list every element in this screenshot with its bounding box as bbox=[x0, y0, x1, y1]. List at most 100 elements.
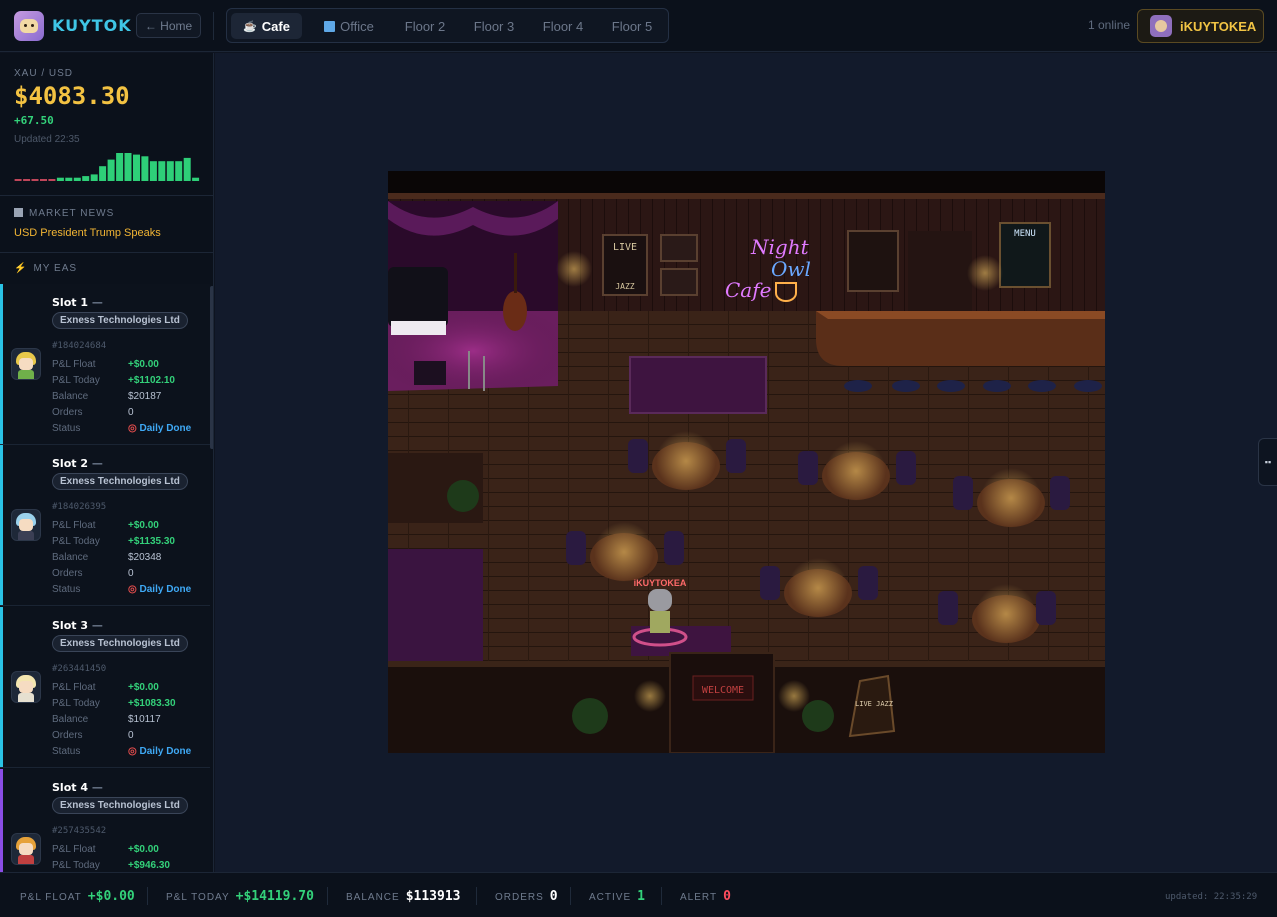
sparkline-bar bbox=[40, 179, 47, 181]
sparkline-bar bbox=[192, 177, 200, 181]
brand-logo[interactable] bbox=[14, 11, 44, 41]
orders-value: 0 bbox=[128, 568, 134, 579]
footer-orders: ORDERS 0 bbox=[495, 889, 558, 904]
broker-badge: Exness Technologies Ltd bbox=[52, 797, 188, 814]
target-icon: ◎ bbox=[128, 584, 137, 595]
pl-today-label: P&L Today bbox=[52, 698, 100, 709]
footer-divider bbox=[570, 887, 571, 905]
slot-accent bbox=[0, 284, 3, 444]
chat-toggle-button[interactable]: ▪▪ bbox=[1258, 438, 1277, 486]
news-headline[interactable]: USD President Trump Speaks bbox=[14, 227, 161, 239]
cafe-scene[interactable]: LIVE JAZZ Night Owl Cafe MENU iKUYTOKEA … bbox=[388, 171, 1105, 753]
balance-label: Balance bbox=[52, 552, 89, 563]
tab-office[interactable]: Office bbox=[314, 13, 384, 39]
account-number: #184026395 bbox=[52, 502, 107, 512]
broker-badge: Exness Technologies Ltd bbox=[52, 635, 188, 652]
footer-active: ACTIVE 1 bbox=[589, 889, 645, 904]
market-news-title: MARKET NEWS bbox=[14, 208, 114, 219]
ea-slot-3[interactable]: Slot 3 — Exness Technologies Ltd #263441… bbox=[0, 607, 210, 768]
sparkline-bar bbox=[175, 161, 183, 181]
footer-pl-today: P&L TODAY +$14119.70 bbox=[166, 889, 314, 904]
tab-floor-4[interactable]: Floor 4 bbox=[533, 13, 593, 39]
pl-float-label: P&L Float bbox=[52, 520, 96, 531]
sparkline-bar bbox=[65, 177, 73, 181]
avatar bbox=[11, 671, 41, 703]
my-eas-title: ⚡ MY EAS bbox=[14, 263, 78, 274]
tab-floor-3[interactable]: Floor 3 bbox=[464, 13, 524, 39]
sidebar-scrollbar[interactable] bbox=[210, 286, 213, 449]
neon-night: Night bbox=[750, 235, 810, 259]
sparkline-bar bbox=[158, 161, 166, 181]
status-label: Status bbox=[52, 584, 81, 595]
pl-today-value: +$1083.30 bbox=[128, 698, 176, 709]
tab-floor-2[interactable]: Floor 2 bbox=[395, 13, 455, 39]
ticker-symbol: XAU / USD bbox=[14, 68, 74, 79]
footer-pl-float: P&L FLOAT +$0.00 bbox=[20, 889, 135, 904]
sparkline-bar bbox=[90, 174, 98, 181]
user-profile-button[interactable]: iKUYTOKEA bbox=[1137, 9, 1264, 43]
sparkline-bar bbox=[56, 177, 64, 181]
status-badge: ◎ Daily Done bbox=[128, 584, 192, 595]
orders-label: Orders bbox=[52, 407, 83, 418]
floor-tabs: ☕ Cafe Office Floor 2 Floor 3 Floor 4 Flo… bbox=[226, 8, 669, 43]
broker-badge: Exness Technologies Ltd bbox=[52, 312, 188, 329]
account-number: #184024684 bbox=[52, 341, 107, 351]
jazz-sign: JAZZ bbox=[615, 282, 634, 291]
player-avatar[interactable] bbox=[648, 589, 672, 611]
brand-name[interactable]: KUYTOK bbox=[52, 16, 132, 35]
section-divider bbox=[0, 195, 213, 196]
pl-today-label: P&L Today bbox=[52, 536, 100, 547]
target-icon: ◎ bbox=[128, 423, 137, 434]
sparkline-bar bbox=[133, 154, 140, 181]
sparkline-bar bbox=[141, 156, 149, 181]
account-number: #263441450 bbox=[52, 664, 107, 674]
sparkline-bar bbox=[31, 179, 39, 181]
orders-value: 0 bbox=[128, 407, 134, 418]
neon-cafe: Cafe bbox=[725, 278, 771, 302]
menu-board: MENU bbox=[1014, 229, 1036, 239]
balance-value: $20187 bbox=[128, 391, 162, 402]
chat-icon: ▪▪ bbox=[1264, 457, 1272, 467]
ea-slot-4[interactable]: Slot 4 — Exness Technologies Ltd #257435… bbox=[0, 769, 210, 872]
pl-today-value: +$1135.30 bbox=[128, 536, 175, 547]
sparkline-bar bbox=[116, 153, 124, 181]
username: iKUYTOKEA bbox=[1180, 18, 1257, 34]
account-number: #257435542 bbox=[52, 826, 107, 836]
building-icon bbox=[324, 20, 336, 32]
slot-name: Slot 2 — bbox=[52, 457, 103, 470]
ticker-updated: Updated 22:35 bbox=[14, 134, 80, 145]
live-sign: LIVE bbox=[613, 242, 637, 253]
cafe-map[interactable]: LIVE JAZZ Night Owl Cafe MENU iKUYTOKEA … bbox=[388, 171, 1105, 753]
orders-value: 0 bbox=[128, 730, 134, 741]
ticker-price: $4083.30 bbox=[14, 82, 130, 110]
ea-slot-2[interactable]: Slot 2 — Exness Technologies Ltd #184026… bbox=[0, 445, 210, 606]
sparkline-bar bbox=[23, 179, 31, 181]
footer-divider bbox=[327, 887, 328, 905]
tab-cafe[interactable]: ☕ Cafe bbox=[231, 13, 302, 39]
welcome-mat: WELCOME bbox=[702, 685, 744, 696]
home-button[interactable]: ← Home bbox=[136, 13, 201, 38]
section-divider bbox=[0, 252, 213, 253]
footer-divider bbox=[661, 887, 662, 905]
ea-slot-1[interactable]: Slot 1 — Exness Technologies Ltd #184024… bbox=[0, 284, 210, 445]
pl-today-label: P&L Today bbox=[52, 860, 100, 871]
status-badge: ◎ Daily Done bbox=[128, 746, 192, 757]
sidebar: XAU / USD $4083.30 +67.50 Updated 22:35 … bbox=[0, 53, 214, 872]
header-divider bbox=[213, 12, 214, 40]
sparkline-bar bbox=[124, 153, 132, 181]
tab-floor-5[interactable]: Floor 5 bbox=[602, 13, 662, 39]
sparkline-bar bbox=[82, 176, 90, 181]
sparkline-bar bbox=[107, 159, 115, 181]
neon-owl: Owl bbox=[771, 257, 811, 281]
balance-label: Balance bbox=[52, 391, 89, 402]
pl-today-label: P&L Today bbox=[52, 375, 100, 386]
slot-name: Slot 4 — bbox=[52, 781, 103, 794]
balance-value: $20348 bbox=[128, 552, 162, 563]
footer-alert: ALERT 0 bbox=[680, 889, 731, 904]
footer-divider bbox=[147, 887, 148, 905]
online-count: 1 online bbox=[1088, 18, 1131, 32]
broker-badge: Exness Technologies Ltd bbox=[52, 473, 188, 490]
sparkline-bar bbox=[99, 166, 107, 181]
newspaper-icon bbox=[14, 208, 23, 217]
avatar bbox=[11, 509, 41, 541]
